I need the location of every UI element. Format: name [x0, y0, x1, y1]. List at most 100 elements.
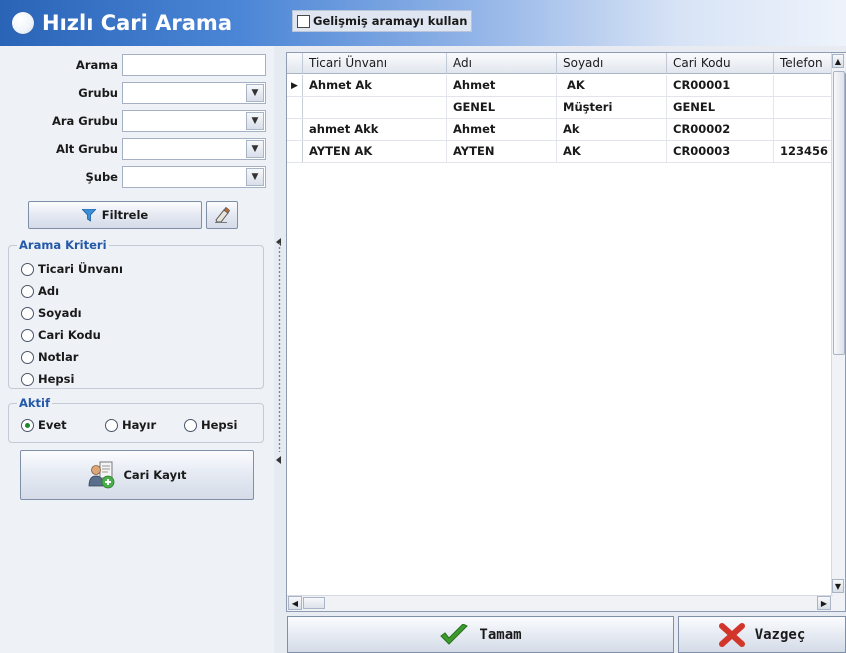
search-criteria-group: Arama Kriteri Ticari Ünvanı Adı Soyadı C…: [8, 238, 264, 389]
column-header-telefon[interactable]: Telefon: [774, 53, 833, 74]
radio-button[interactable]: [184, 418, 197, 432]
cell-adi[interactable]: GENEL: [447, 97, 557, 118]
filter-icon: [81, 208, 96, 222]
cell-soyadi[interactable]: AK: [557, 141, 667, 162]
criteria-option-label: Notlar: [38, 350, 79, 364]
row-indicator: [287, 119, 303, 140]
chevron-down-icon[interactable]: ▼: [246, 140, 264, 158]
cell-ticari[interactable]: [303, 97, 447, 118]
filter-button[interactable]: Filtrele: [28, 201, 202, 229]
column-header-cari-kodu[interactable]: Cari Kodu: [667, 53, 774, 74]
criteria-option-soyadi[interactable]: Soyadı: [21, 306, 82, 320]
radio-button[interactable]: [21, 306, 34, 320]
criteria-option-ticari[interactable]: Ticari Ünvanı: [21, 262, 123, 276]
splitter-grip[interactable]: [278, 242, 281, 452]
column-header-soyadi[interactable]: Soyadı: [557, 53, 667, 74]
window-title: Hızlı Cari Arama: [12, 8, 232, 38]
add-customer-icon: [89, 461, 115, 489]
cell-ticari[interactable]: AYTEN AK: [303, 141, 447, 162]
arama-input[interactable]: [122, 54, 266, 76]
scroll-right-icon[interactable]: ▶: [817, 596, 831, 610]
cell-soyadi[interactable]: AK: [557, 75, 667, 96]
cell-ticari[interactable]: Ahmet Ak: [303, 75, 447, 96]
chevron-down-icon[interactable]: ▼: [246, 168, 264, 186]
table-row[interactable]: GENEL Müşteri GENEL: [287, 97, 833, 119]
grubu-select[interactable]: ▼: [122, 82, 266, 104]
cell-telefon[interactable]: 123456: [774, 141, 833, 162]
criteria-option-hepsi[interactable]: Hepsi: [21, 372, 74, 386]
cell-cari-kodu[interactable]: CR00001: [667, 75, 774, 96]
radio-button[interactable]: [105, 418, 118, 432]
alt-grubu-select[interactable]: ▼: [122, 138, 266, 160]
table-row[interactable]: ▶ Ahmet Ak Ahmet AK CR00001: [287, 75, 833, 97]
eraser-icon: [215, 206, 231, 223]
ara-grubu-select[interactable]: ▼: [122, 110, 266, 132]
vertical-scrollbar[interactable]: ▲ ▼: [831, 53, 845, 611]
chevron-down-icon[interactable]: ▼: [246, 84, 264, 102]
cell-adi[interactable]: Ahmet: [447, 119, 557, 140]
advanced-search-toggle[interactable]: Gelişmiş aramayı kullan: [292, 10, 473, 32]
arama-label: Arama: [75, 58, 118, 72]
cell-ticari[interactable]: ahmet Akk: [303, 119, 447, 140]
panel-splitter[interactable]: [274, 46, 286, 653]
cell-soyadi[interactable]: Müşteri: [557, 97, 667, 118]
row-indicator: [287, 141, 303, 162]
scroll-down-icon[interactable]: ▼: [832, 579, 844, 593]
cari-kayit-button[interactable]: Cari Kayıt: [20, 450, 254, 500]
column-header-ticari[interactable]: Ticari Ünvanı: [303, 53, 447, 74]
radio-button[interactable]: [21, 284, 34, 298]
horizontal-scroll-thumb[interactable]: [303, 597, 325, 609]
active-option-hepsi[interactable]: Hepsi: [184, 418, 237, 432]
cell-soyadi[interactable]: Ak: [557, 119, 667, 140]
criteria-option-notlar[interactable]: Notlar: [21, 350, 78, 364]
cell-telefon[interactable]: [774, 75, 833, 96]
ara-grubu-label: Ara Grubu: [51, 114, 118, 128]
collapse-arrow-icon[interactable]: [276, 456, 281, 464]
table-row[interactable]: AYTEN AK AYTEN AK CR00003 123456: [287, 141, 833, 163]
grid-header: Ticari Ünvanı Adı Soyadı Cari Kodu Telef…: [287, 53, 846, 74]
filter-panel: Arama Grubu ▼ Ara Grubu ▼ Alt Grubu ▼ Şu…: [0, 46, 274, 653]
active-group: Aktif Evet Hayır Hepsi: [8, 396, 264, 443]
advanced-search-checkbox[interactable]: [297, 14, 310, 28]
cell-cari-kodu[interactable]: CR00002: [667, 119, 774, 140]
radio-button[interactable]: [21, 328, 34, 342]
table-row[interactable]: ahmet Akk Ahmet Ak CR00002: [287, 119, 833, 141]
active-option-label: Evet: [38, 418, 67, 432]
arama-row: Arama: [0, 54, 274, 78]
vertical-scroll-thumb[interactable]: [833, 71, 845, 355]
cell-cari-kodu[interactable]: CR00003: [667, 141, 774, 162]
sube-select[interactable]: ▼: [122, 166, 266, 188]
cell-cari-kodu[interactable]: GENEL: [667, 97, 774, 118]
clear-filter-button[interactable]: [206, 201, 238, 229]
radio-button-checked[interactable]: [21, 418, 34, 432]
criteria-option-label: Soyadı: [38, 306, 82, 320]
radio-button[interactable]: [21, 372, 34, 386]
criteria-option-label: Ticari Ünvanı: [38, 262, 123, 276]
cell-telefon[interactable]: [774, 97, 833, 118]
active-option-label: Hayır: [122, 418, 157, 432]
active-option-hayir[interactable]: Hayır: [105, 418, 156, 432]
radio-button[interactable]: [21, 262, 34, 276]
radio-button[interactable]: [21, 350, 34, 364]
advanced-search-label: Gelişmiş aramayı kullan: [313, 14, 468, 28]
cancel-button[interactable]: Vazgeç: [678, 616, 846, 653]
cell-telefon[interactable]: [774, 119, 833, 140]
cell-adi[interactable]: AYTEN: [447, 141, 557, 162]
title-dot-icon: [12, 12, 34, 34]
column-header-adi[interactable]: Adı: [447, 53, 557, 74]
cell-adi[interactable]: Ahmet: [447, 75, 557, 96]
ok-button[interactable]: Tamam: [287, 616, 674, 653]
criteria-option-adi[interactable]: Adı: [21, 284, 59, 298]
search-criteria-title: Arama Kriteri: [17, 238, 109, 252]
grubu-label: Grubu: [78, 86, 118, 100]
criteria-option-label: Adı: [38, 284, 60, 298]
checkmark-icon: [440, 623, 469, 645]
criteria-option-cari-kodu[interactable]: Cari Kodu: [21, 328, 101, 342]
chevron-down-icon[interactable]: ▼: [246, 112, 264, 130]
scroll-left-icon[interactable]: ◀: [288, 596, 302, 610]
results-grid[interactable]: Ticari Ünvanı Adı Soyadı Cari Kodu Telef…: [286, 52, 846, 612]
window-title-text: Hızlı Cari Arama: [42, 11, 232, 35]
horizontal-scrollbar[interactable]: ◀ ▶: [287, 595, 833, 611]
scroll-up-icon[interactable]: ▲: [832, 54, 844, 68]
active-option-evet[interactable]: Evet: [21, 418, 67, 432]
